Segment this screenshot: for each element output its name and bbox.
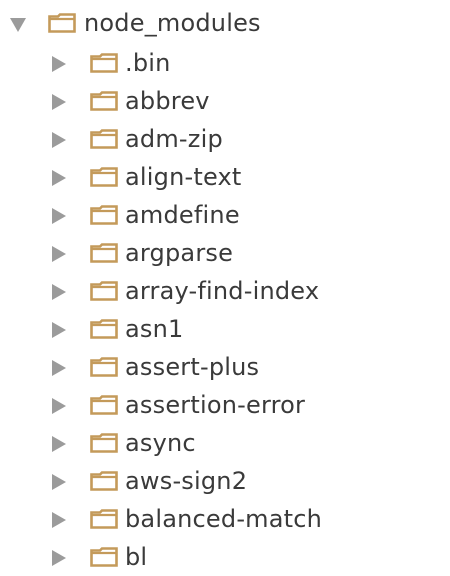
file-tree: node_modules .bin abbrev adm-zip align-text…	[0, 0, 450, 576]
tree-node-label: array-find-index	[125, 277, 320, 305]
tree-node-folder[interactable]: assert-plus	[0, 348, 450, 386]
tree-node-label: align-text	[125, 163, 242, 191]
tree-node-folder[interactable]: abbrev	[0, 82, 450, 120]
folder-icon	[90, 357, 118, 377]
folder-icon	[90, 433, 118, 453]
disclosure-collapsed-icon[interactable]	[52, 246, 66, 262]
tree-node-label: node_modules	[84, 9, 261, 37]
folder-icon	[90, 509, 118, 529]
tree-node-folder[interactable]: bl	[0, 538, 450, 576]
disclosure-expanded-icon[interactable]	[10, 18, 26, 32]
folder-icon	[48, 13, 76, 33]
disclosure-collapsed-icon[interactable]	[52, 94, 66, 110]
tree-node-label: amdefine	[125, 201, 240, 229]
folder-icon	[90, 395, 118, 415]
disclosure-collapsed-icon[interactable]	[52, 322, 66, 338]
disclosure-collapsed-icon[interactable]	[52, 132, 66, 148]
folder-icon	[90, 243, 118, 263]
disclosure-collapsed-icon[interactable]	[52, 208, 66, 224]
folder-icon	[90, 53, 118, 73]
disclosure-collapsed-icon[interactable]	[52, 436, 66, 452]
tree-node-folder[interactable]: assertion-error	[0, 386, 450, 424]
tree-node-folder[interactable]: argparse	[0, 234, 450, 272]
folder-icon	[90, 205, 118, 225]
disclosure-collapsed-icon[interactable]	[52, 284, 66, 300]
folder-icon	[90, 471, 118, 491]
tree-node-label: adm-zip	[125, 125, 223, 153]
disclosure-collapsed-icon[interactable]	[52, 56, 66, 72]
tree-node-label: assert-plus	[125, 353, 260, 381]
folder-icon	[90, 167, 118, 187]
tree-node-folder[interactable]: balanced-match	[0, 500, 450, 538]
tree-node-folder[interactable]: align-text	[0, 158, 450, 196]
disclosure-collapsed-icon[interactable]	[52, 550, 66, 566]
tree-node-node-modules[interactable]: node_modules	[0, 4, 450, 42]
tree-node-folder[interactable]: amdefine	[0, 196, 450, 234]
tree-node-label: balanced-match	[125, 505, 323, 533]
disclosure-collapsed-icon[interactable]	[52, 398, 66, 414]
tree-node-label: asn1	[125, 315, 184, 343]
tree-node-label: .bin	[125, 49, 171, 77]
tree-node-label: bl	[125, 543, 148, 571]
tree-node-label: async	[125, 429, 196, 457]
folder-icon	[90, 319, 118, 339]
tree-node-folder[interactable]: asn1	[0, 310, 450, 348]
folder-icon	[90, 547, 118, 567]
tree-node-folder[interactable]: adm-zip	[0, 120, 450, 158]
folder-icon	[90, 281, 118, 301]
disclosure-collapsed-icon[interactable]	[52, 360, 66, 376]
folder-icon	[90, 91, 118, 111]
tree-node-label: argparse	[125, 239, 234, 267]
tree-node-label: aws-sign2	[125, 467, 248, 495]
tree-node-folder[interactable]: array-find-index	[0, 272, 450, 310]
tree-node-folder[interactable]: .bin	[0, 44, 450, 82]
folder-icon	[90, 129, 118, 149]
disclosure-collapsed-icon[interactable]	[52, 512, 66, 528]
tree-node-folder[interactable]: async	[0, 424, 450, 462]
disclosure-collapsed-icon[interactable]	[52, 474, 66, 490]
tree-node-label: abbrev	[125, 87, 210, 115]
tree-node-label: assertion-error	[125, 391, 306, 419]
disclosure-collapsed-icon[interactable]	[52, 170, 66, 186]
tree-node-folder[interactable]: aws-sign2	[0, 462, 450, 500]
